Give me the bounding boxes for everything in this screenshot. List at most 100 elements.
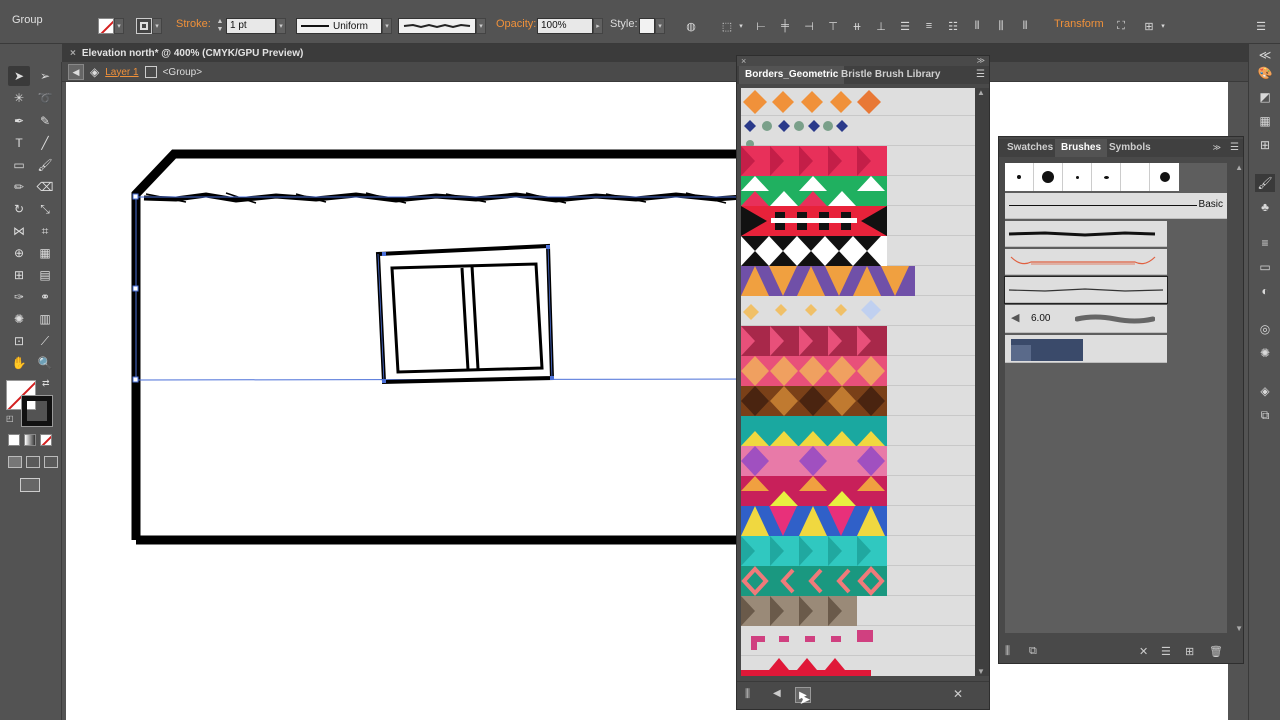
close-tab-icon[interactable]: × (70, 48, 76, 59)
direct-selection-tool-icon[interactable]: ➢ (34, 66, 56, 86)
selection-handle[interactable] (132, 376, 139, 383)
control-panel-menu-icon[interactable]: ☰ (1252, 18, 1270, 34)
brushes-panel-collapse-icon[interactable]: ≫ (1213, 139, 1221, 157)
fill-dropdown-caret[interactable]: ▾ (114, 18, 124, 34)
document-tab[interactable]: × Elevation north* @ 400% (CMYK/GPU Prev… (70, 44, 303, 62)
distribute-top-icon[interactable]: ☰ (896, 18, 914, 34)
window-anchor-point[interactable] (546, 245, 550, 249)
stroke-weight-field[interactable]: 1 pt (226, 18, 276, 34)
opacity-caret[interactable]: ▸ (593, 18, 603, 34)
tab-swatches[interactable]: Swatches (1001, 139, 1059, 157)
distribute-left-icon[interactable]: ⫴ (968, 18, 986, 34)
scroll-up-arrow-icon[interactable]: ▲ (977, 88, 985, 97)
opacity-field[interactable]: 100% (537, 18, 593, 34)
brush-list-scrollbar[interactable]: ▲ ▼ (975, 88, 989, 676)
brush-dot-angled[interactable] (1092, 163, 1121, 191)
brush-row-diamonds-orange[interactable] (741, 88, 975, 116)
stroke-weight-caret[interactable]: ▾ (276, 18, 286, 34)
swatches-grid-icon[interactable]: ⊞ (1255, 136, 1275, 154)
layers-panel-icon[interactable]: ◈ (1255, 382, 1275, 400)
blend-tool-icon[interactable]: ⚭ (34, 287, 56, 307)
align-to-selection-icon[interactable]: ⬚ (718, 18, 736, 34)
type-tool-icon[interactable]: T (8, 133, 30, 153)
shape-builder-tool-icon[interactable]: ⊕ (8, 243, 30, 263)
eyedropper-tool-icon[interactable]: ✑ (8, 287, 30, 307)
swap-fill-stroke-icon[interactable]: ⇄ (42, 378, 50, 389)
brush-dot-large[interactable] (1034, 163, 1063, 191)
stroke-panel-icon[interactable]: ≡ (1255, 234, 1275, 252)
brush-row-diamonds-navy[interactable] (741, 116, 975, 148)
brush-row-pink-brackets[interactable] (741, 626, 975, 656)
align-left-icon[interactable]: ⊢ (752, 18, 770, 34)
stroke-label[interactable]: Stroke: (176, 18, 211, 30)
tab-bristle-brush-library[interactable]: Bristle Brush Library (835, 66, 946, 84)
draw-behind-icon[interactable] (26, 456, 40, 468)
brush-row-pink-purple[interactable] (741, 446, 975, 476)
brush-dot-tiny[interactable] (1063, 163, 1092, 191)
brush-row-red-black-blocks[interactable] (741, 206, 975, 236)
paintbrush-tool-icon[interactable]: 🖌 (34, 155, 56, 175)
zoom-tool-icon[interactable]: 🔍 (34, 353, 56, 373)
draw-normal-icon[interactable] (8, 456, 22, 468)
rectangle-tool-icon[interactable]: ▭ (8, 155, 30, 175)
previous-library-icon[interactable]: ◀ (773, 688, 781, 699)
stroke-profile-dropdown[interactable]: Uniform (296, 18, 382, 34)
brush-dot-blank[interactable] (1121, 163, 1150, 191)
stroke-color-swatch[interactable] (21, 395, 53, 427)
arrange-documents-caret-icon[interactable]: ▾ (1158, 18, 1168, 34)
align-to-caret-icon[interactable]: ▾ (736, 18, 746, 34)
none-mode-icon[interactable] (40, 434, 52, 446)
brush-definition-caret[interactable]: ▾ (476, 18, 486, 34)
selected-brush-row[interactable] (1004, 276, 1168, 304)
selection-handle[interactable] (132, 193, 139, 200)
border-brush-list[interactable] (741, 88, 975, 676)
delete-brush-icon[interactable]: 🗑 (1209, 645, 1223, 658)
color-guide-icon[interactable]: ◩ (1255, 88, 1275, 106)
panel-menu-icon[interactable]: ☰ (976, 66, 985, 84)
arrange-documents-icon[interactable]: ⊞ (1140, 18, 1158, 34)
brush-libraries-icon[interactable]: ⫼ (1005, 645, 1010, 658)
remove-brush-stroke-icon[interactable]: ✕ (1139, 645, 1148, 658)
align-horizontal-center-icon[interactable]: ╪ (776, 18, 794, 34)
opacity-label[interactable]: Opacity: (496, 18, 536, 30)
brush-row-pink-orange[interactable] (741, 356, 975, 386)
draw-inside-icon[interactable] (44, 456, 58, 468)
lasso-tool-icon[interactable]: ➰ (34, 88, 56, 108)
align-top-icon[interactable]: ⊤ (824, 18, 842, 34)
libraries-panel-icon[interactable]: ⧉ (1029, 645, 1037, 658)
width-tool-icon[interactable]: ⋈ (8, 221, 30, 241)
tab-brushes[interactable]: Brushes (1055, 139, 1108, 157)
isolate-group-icon[interactable]: ⛶ (1112, 18, 1130, 34)
brush-row-brown[interactable] (741, 386, 975, 416)
magic-wand-tool-icon[interactable]: ✳ (8, 88, 30, 108)
panel-collapse-icon[interactable]: ≫ (977, 56, 985, 65)
dock-collapse-icon[interactable]: ≪ (1255, 46, 1275, 64)
distribute-vertical-center-icon[interactable]: ≡ (920, 18, 938, 34)
distribute-horizontal-center-icon[interactable]: ⫼ (992, 18, 1010, 34)
stroke-dropdown-caret[interactable]: ▾ (152, 18, 162, 34)
window-anchor-point[interactable] (382, 252, 386, 256)
appearance-panel-icon[interactable]: ◎ (1255, 320, 1275, 338)
color-panel-icon[interactable]: 🎨 (1255, 64, 1275, 82)
slice-tool-icon[interactable]: ⟋ (34, 331, 56, 351)
back-arrow-icon[interactable]: ◀ (68, 64, 84, 80)
brush-row-turquoise[interactable] (741, 536, 975, 566)
gradient-panel-icon[interactable]: ▭ (1255, 258, 1275, 276)
artboards-panel-icon[interactable]: ⧉ (1255, 406, 1275, 424)
scroll-down-arrow-icon[interactable]: ▼ (977, 667, 985, 676)
color-mode-icon[interactable] (8, 434, 20, 446)
brush-row-teal-yellow[interactable] (741, 416, 975, 446)
recolor-artwork-icon[interactable]: ◍ (682, 18, 700, 34)
bristle-brush-row[interactable]: ◀ 6.00 (1005, 305, 1167, 333)
align-bottom-icon[interactable]: ⊥ (872, 18, 890, 34)
gradient-tool-icon[interactable]: ▤ (34, 265, 56, 285)
brush-dot-small[interactable] (1005, 163, 1034, 191)
perspective-grid-tool-icon[interactable]: ▦ (34, 243, 56, 263)
artboard-tool-icon[interactable]: ⊡ (8, 331, 30, 351)
brush-list[interactable]: Basic ◀ 6.00 ▲ ▼ (1004, 163, 1243, 633)
transform-link[interactable]: Transform (1054, 18, 1104, 30)
graphic-styles-icon[interactable]: ✺ (1255, 344, 1275, 362)
brush-row-multicolor-triangles[interactable] (741, 506, 975, 536)
brush-libraries-menu-icon[interactable]: ⫼ (745, 688, 750, 701)
gradient-mode-icon[interactable] (24, 434, 36, 446)
